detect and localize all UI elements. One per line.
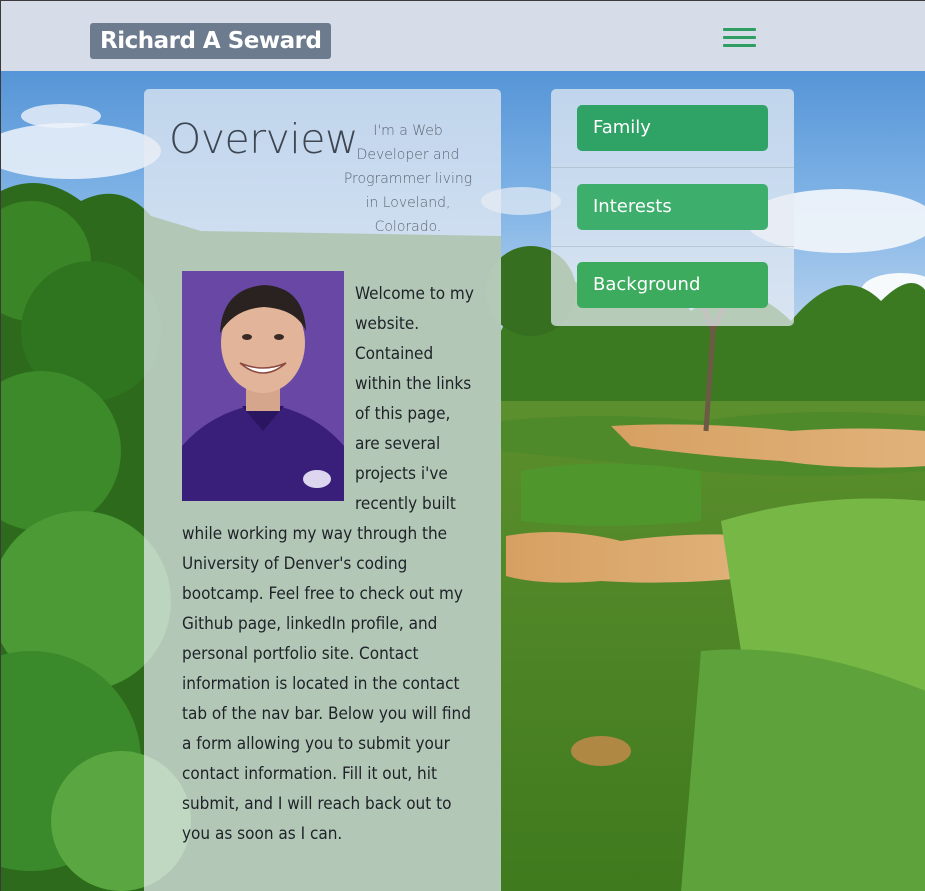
- background-button[interactable]: Background: [577, 262, 768, 308]
- welcome-text-block: Welcome to my website. Contained within …: [182, 279, 475, 849]
- navbar: Richard A Seward: [1, 1, 925, 71]
- divider: [551, 167, 794, 168]
- site-brand[interactable]: Richard A Seward: [90, 23, 332, 59]
- hamburger-menu-icon[interactable]: [723, 26, 757, 50]
- interests-button[interactable]: Interests: [577, 184, 768, 230]
- page: Richard A Seward Overview I'm a Web Deve…: [0, 0, 925, 891]
- overview-title: Overview: [169, 115, 359, 163]
- family-button[interactable]: Family: [577, 105, 768, 151]
- divider: [551, 246, 794, 247]
- links-card: Family Interests Background: [551, 89, 794, 326]
- overview-card: Overview I'm a Web Developer and Program…: [144, 89, 501, 891]
- overview-tagline: I'm a Web Developer and Programmer livin…: [343, 123, 473, 235]
